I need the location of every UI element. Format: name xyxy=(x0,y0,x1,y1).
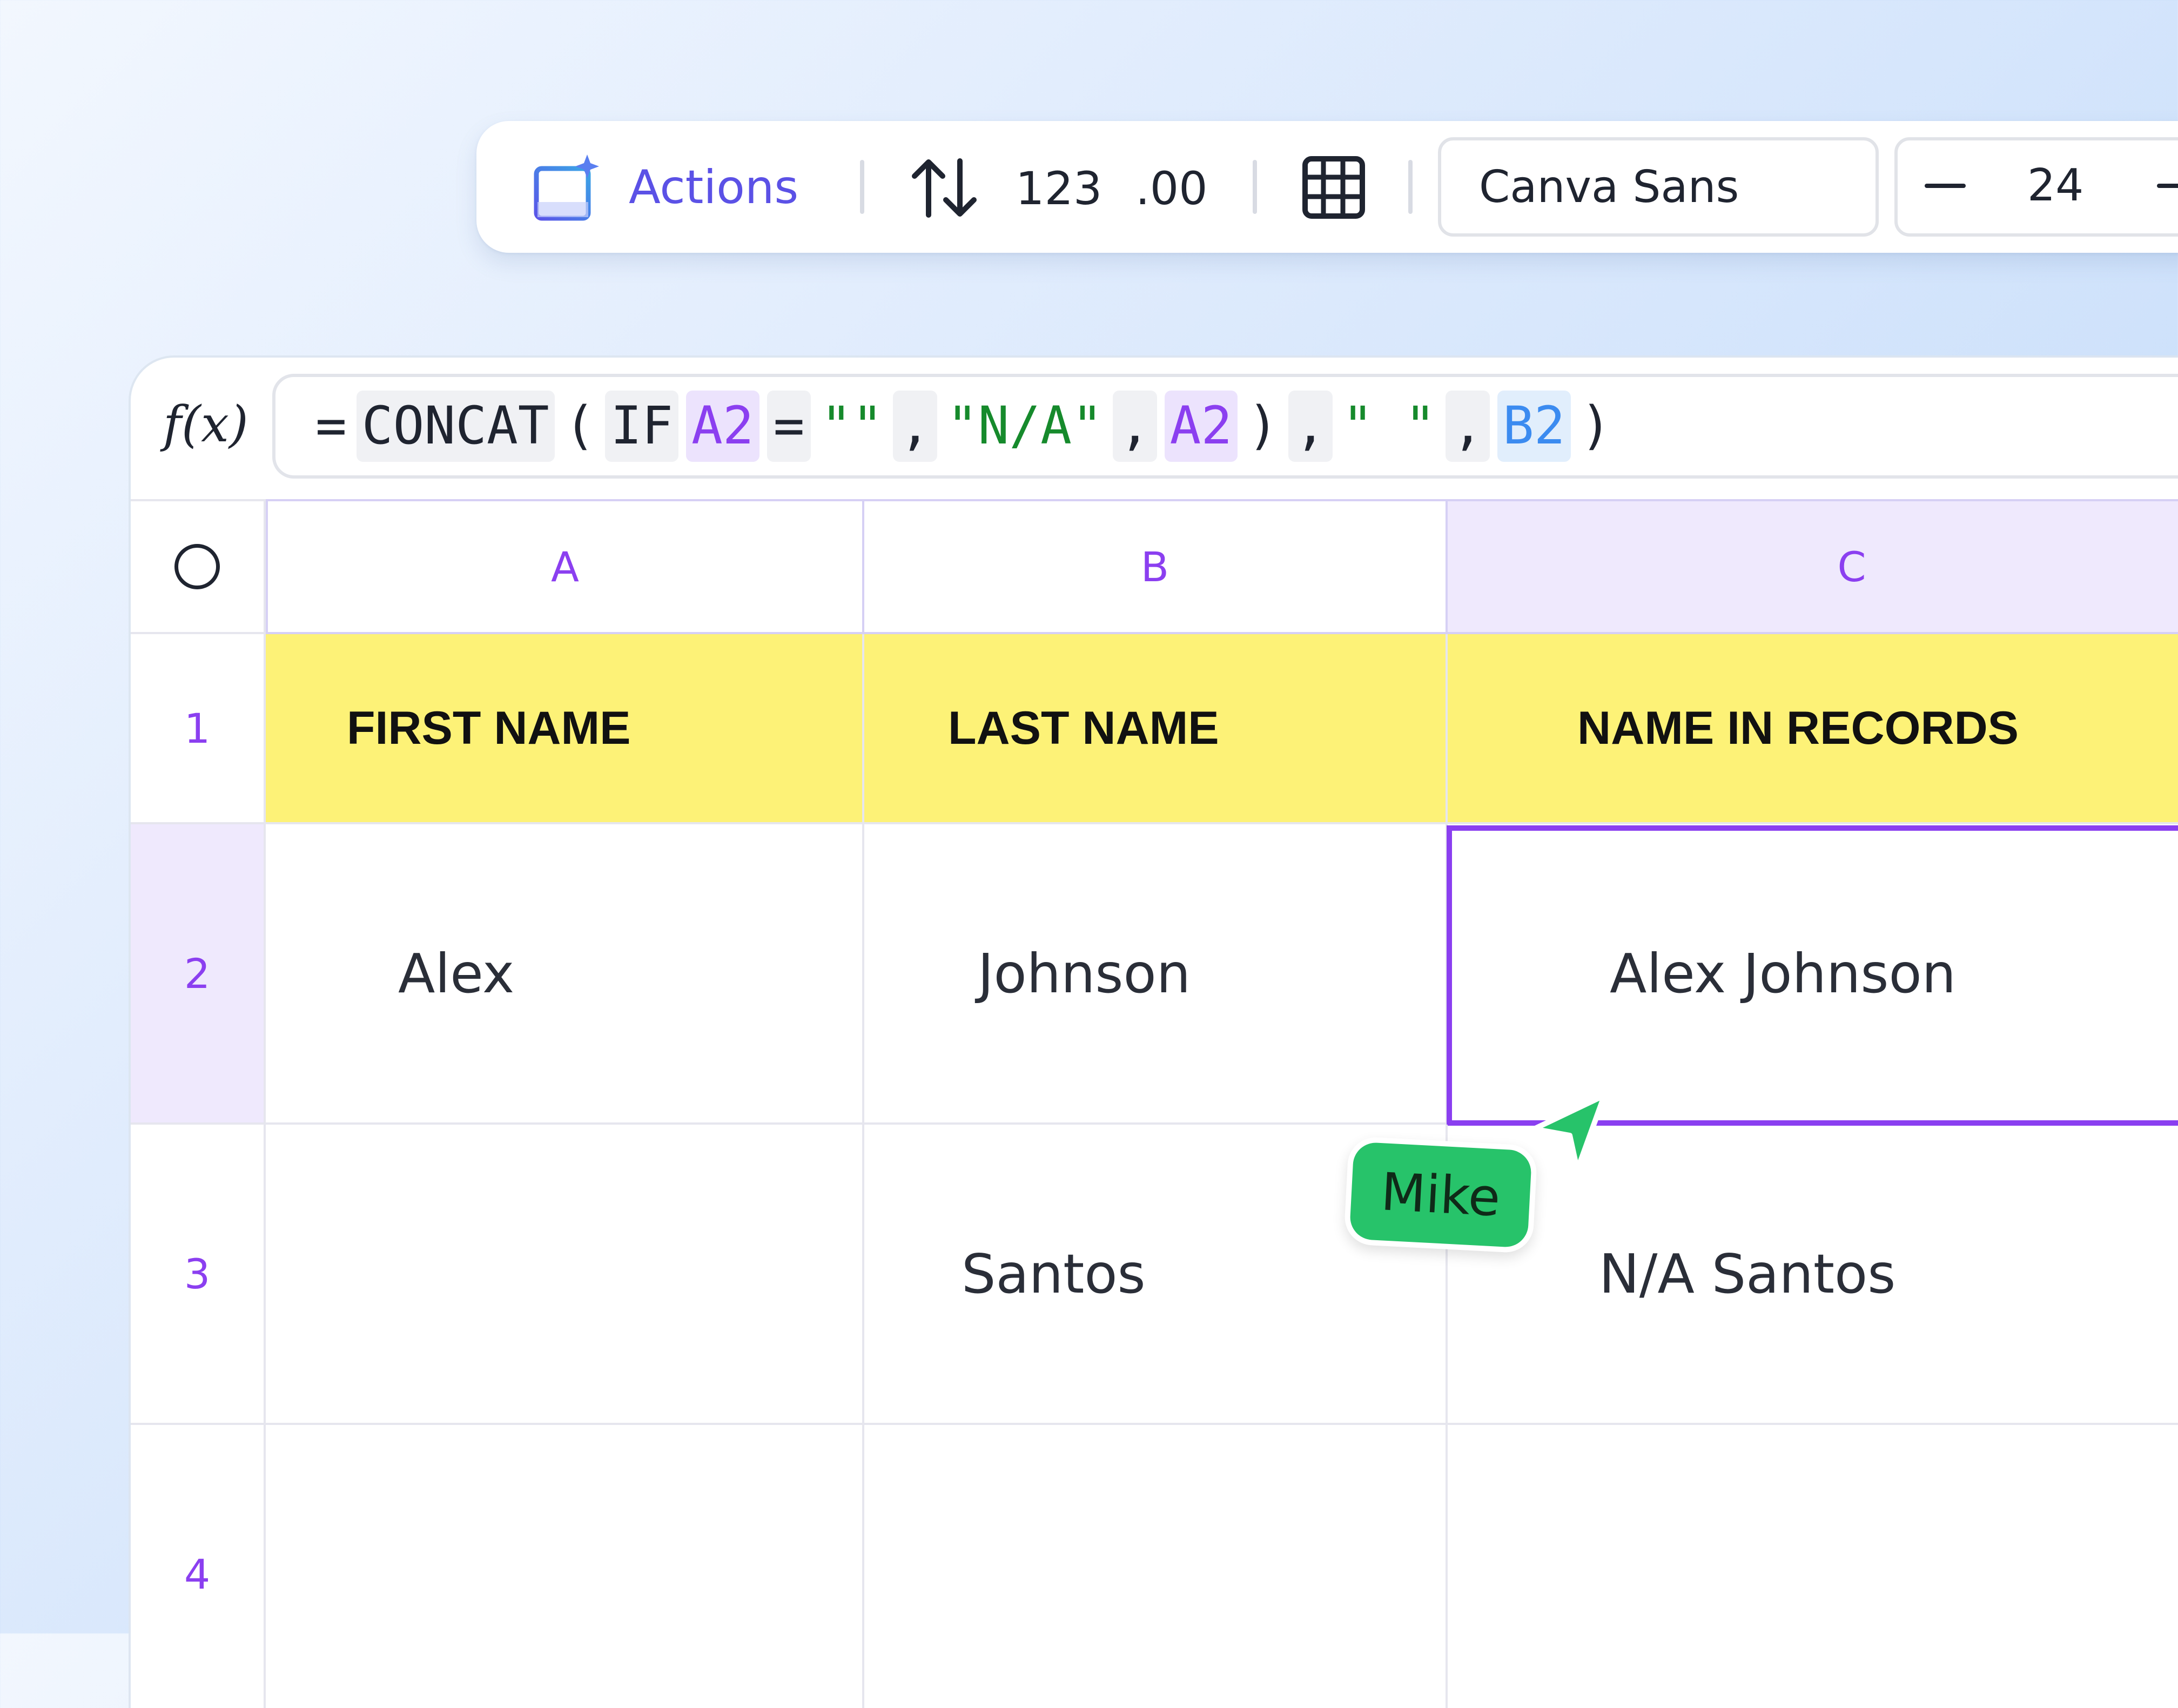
row-header-3[interactable]: 3 xyxy=(131,1125,266,1425)
decimal-format-button[interactable]: .00 xyxy=(1135,159,1208,218)
cell-a3[interactable] xyxy=(266,1125,864,1425)
formula-token: ( xyxy=(564,395,596,456)
cell-c1[interactable]: NAME IN RECORDS xyxy=(1448,634,2178,824)
formula-token: = xyxy=(315,395,347,456)
select-all-button[interactable] xyxy=(131,499,266,634)
formula-input[interactable]: = CONCAT ( IF A2 = "" , "N/A" , A2 ) , "… xyxy=(272,374,2178,479)
row-header-2[interactable]: 2 xyxy=(131,824,266,1125)
fx-icon: f(x) xyxy=(163,395,248,453)
sort-arrows-icon[interactable] xyxy=(907,156,983,220)
collaborator-cursor-icon xyxy=(1523,1086,1615,1178)
number-format-button[interactable]: 123 xyxy=(1016,159,1102,218)
font-family-select[interactable]: Canva Sans xyxy=(1438,137,1879,237)
row-header-4[interactable]: 4 xyxy=(131,1425,266,1708)
table-grid-icon[interactable] xyxy=(1302,156,1366,219)
formula-token: , xyxy=(892,391,937,462)
formula-token: , xyxy=(1112,391,1157,462)
formula-string-token: "N/A" xyxy=(946,395,1103,456)
cell-b4[interactable] xyxy=(864,1425,1448,1708)
spreadsheet: f(x) = CONCAT ( IF A2 = "" , "N/A" , A2 … xyxy=(131,358,2178,1708)
toolbar-divider xyxy=(1408,160,1413,214)
cell-b1[interactable]: LAST NAME xyxy=(864,634,1448,824)
column-header-b[interactable]: B xyxy=(864,499,1448,634)
column-header-c[interactable]: C xyxy=(1448,499,2178,634)
cell-a2[interactable]: Alex xyxy=(266,824,864,1125)
cell-c4[interactable] xyxy=(1448,1425,2178,1708)
cell-a4[interactable] xyxy=(266,1425,864,1708)
plus-icon[interactable] xyxy=(2157,184,2178,188)
toolbar-divider xyxy=(860,160,864,214)
formula-token: , xyxy=(1446,391,1490,462)
formula-ref-token: A2 xyxy=(685,391,759,462)
formula-ref-token: B2 xyxy=(1497,391,1571,462)
collaborator-name-tag: Mike xyxy=(1343,1135,1538,1254)
formula-token: ) xyxy=(1247,395,1279,456)
toolbar-divider xyxy=(1253,160,1257,214)
formula-token: ) xyxy=(1580,395,1612,456)
toolbar: Actions 123 .00 Canva Sans 24 xyxy=(476,121,2178,253)
formula-token: = xyxy=(767,391,811,462)
formula-string-token: " " xyxy=(1342,395,1436,456)
column-header-a[interactable]: A xyxy=(266,499,864,634)
actions-button[interactable]: Actions xyxy=(629,158,798,217)
cell-b2[interactable]: Johnson xyxy=(864,824,1448,1125)
formula-string-token: "" xyxy=(821,395,883,456)
formula-token: CONCAT xyxy=(356,391,555,462)
table-sparkle-icon[interactable] xyxy=(533,152,603,223)
formula-ref-token: A2 xyxy=(1164,391,1238,462)
formula-token: , xyxy=(1288,391,1333,462)
formula-token: IF xyxy=(605,391,678,462)
font-size-stepper: 24 xyxy=(1894,137,2178,237)
font-size-value[interactable]: 24 xyxy=(2027,160,2083,211)
row-header-1[interactable]: 1 xyxy=(131,634,266,824)
minus-icon[interactable] xyxy=(1925,184,1966,188)
cell-a1[interactable]: FIRST NAME xyxy=(266,634,864,824)
circle-icon xyxy=(174,544,220,589)
selected-cell-outline xyxy=(1447,825,2178,1126)
